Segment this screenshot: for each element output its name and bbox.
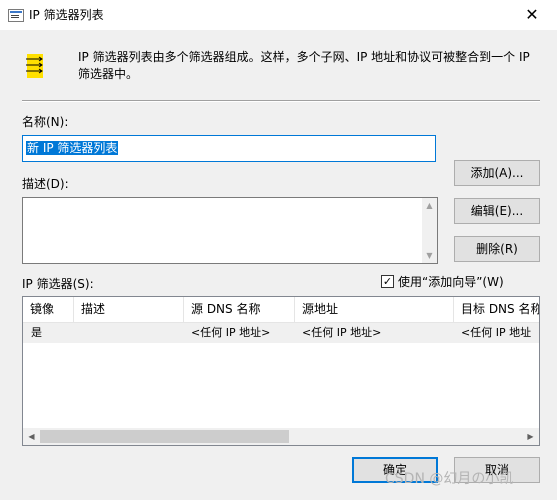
name-input[interactable]: 新 IP 筛选器列表 — [22, 135, 436, 162]
column-header-destination-dns[interactable]: 目标 DNS 名称 — [454, 297, 539, 322]
filters-label: IP 筛选器(S): — [22, 277, 94, 291]
description-textarea[interactable]: ▲ ▼ — [22, 197, 438, 264]
edit-button[interactable]: 编辑(E)... — [454, 198, 540, 224]
description-label: 描述(D): — [22, 177, 69, 191]
description-scrollbar[interactable]: ▲ ▼ — [422, 198, 437, 263]
close-icon[interactable]: ✕ — [515, 4, 549, 26]
cell-mirror: 是 — [31, 326, 42, 339]
scroll-thumb[interactable] — [40, 430, 289, 443]
scroll-up-icon[interactable]: ▲ — [422, 198, 437, 213]
scroll-left-icon[interactable]: ◀ — [23, 428, 40, 445]
wizard-checkbox[interactable]: ✓ — [381, 275, 394, 288]
separator — [22, 100, 540, 102]
table-row[interactable]: 是 <任何 IP 地址> <任何 IP 地址> <任何 IP 地址 — [23, 323, 539, 343]
remove-button[interactable]: 删除(R) — [454, 236, 540, 262]
horizontal-scrollbar[interactable]: ◀ ▶ — [23, 428, 539, 445]
cell-source-dns: <任何 IP 地址> — [191, 326, 271, 339]
column-header-source-dns[interactable]: 源 DNS 名称 — [184, 297, 295, 322]
add-button[interactable]: 添加(A)... — [454, 160, 540, 186]
title-bar: IP 筛选器列表 ✕ — [0, 0, 557, 30]
check-icon: ✓ — [382, 275, 393, 288]
dialog-description: IP 筛选器列表由多个筛选器组成。这样，多个子网、IP 地址和协议可被整合到一个… — [78, 50, 530, 81]
cell-source-address: <任何 IP 地址> — [302, 326, 382, 339]
scroll-right-icon[interactable]: ▶ — [522, 428, 539, 445]
cell-destination-dns: <任何 IP 地址 — [461, 326, 532, 339]
wizard-checkbox-label[interactable]: 使用“添加向导”(W) — [398, 275, 504, 289]
list-header: 镜像 描述 源 DNS 名称 源地址 目标 DNS 名称 — [23, 297, 539, 323]
watermark: CSDN @幻月の小凯 — [385, 471, 514, 487]
column-header-description[interactable]: 描述 — [74, 297, 184, 322]
name-label: 名称(N): — [22, 115, 69, 129]
column-header-mirror[interactable]: 镜像 — [23, 297, 74, 322]
window-icon — [8, 9, 24, 22]
scroll-down-icon[interactable]: ▼ — [422, 248, 437, 263]
filter-list[interactable]: 镜像 描述 源 DNS 名称 源地址 目标 DNS 名称 是 <任何 IP 地址… — [22, 296, 540, 446]
name-input-value: 新 IP 筛选器列表 — [26, 141, 119, 155]
column-header-source-address[interactable]: 源地址 — [295, 297, 454, 322]
window-title: IP 筛选器列表 — [29, 8, 104, 22]
filter-list-icon — [26, 54, 43, 78]
